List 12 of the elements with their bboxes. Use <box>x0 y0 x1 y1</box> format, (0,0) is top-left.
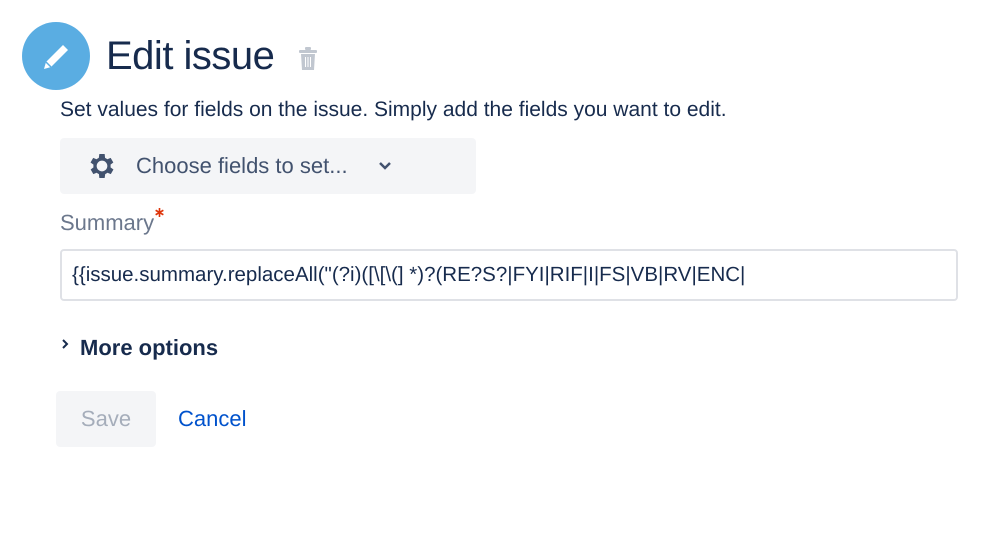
chevron-down-icon <box>378 161 392 171</box>
summary-label: Summary <box>60 210 164 236</box>
cancel-link[interactable]: Cancel <box>178 391 246 447</box>
pencil-icon <box>22 22 90 90</box>
more-options-toggle[interactable]: More options <box>60 335 218 361</box>
trash-icon[interactable] <box>298 47 318 71</box>
page-title: Edit issue <box>106 34 274 78</box>
chevron-icon <box>60 338 70 350</box>
choose-fields-dropdown[interactable]: Choose fields to set... <box>60 138 476 194</box>
description-text: Set values for fields on the issue. Simply add the fields you want to edit. <box>60 98 727 122</box>
summary-input[interactable]: {{issue.summary.replaceAll("(?i)([\[\(] *)?(RE?S?|FYI|RIF|I|FS|VB|RV|ENC| <box>60 249 958 301</box>
required-asterisk-icon <box>155 208 164 217</box>
